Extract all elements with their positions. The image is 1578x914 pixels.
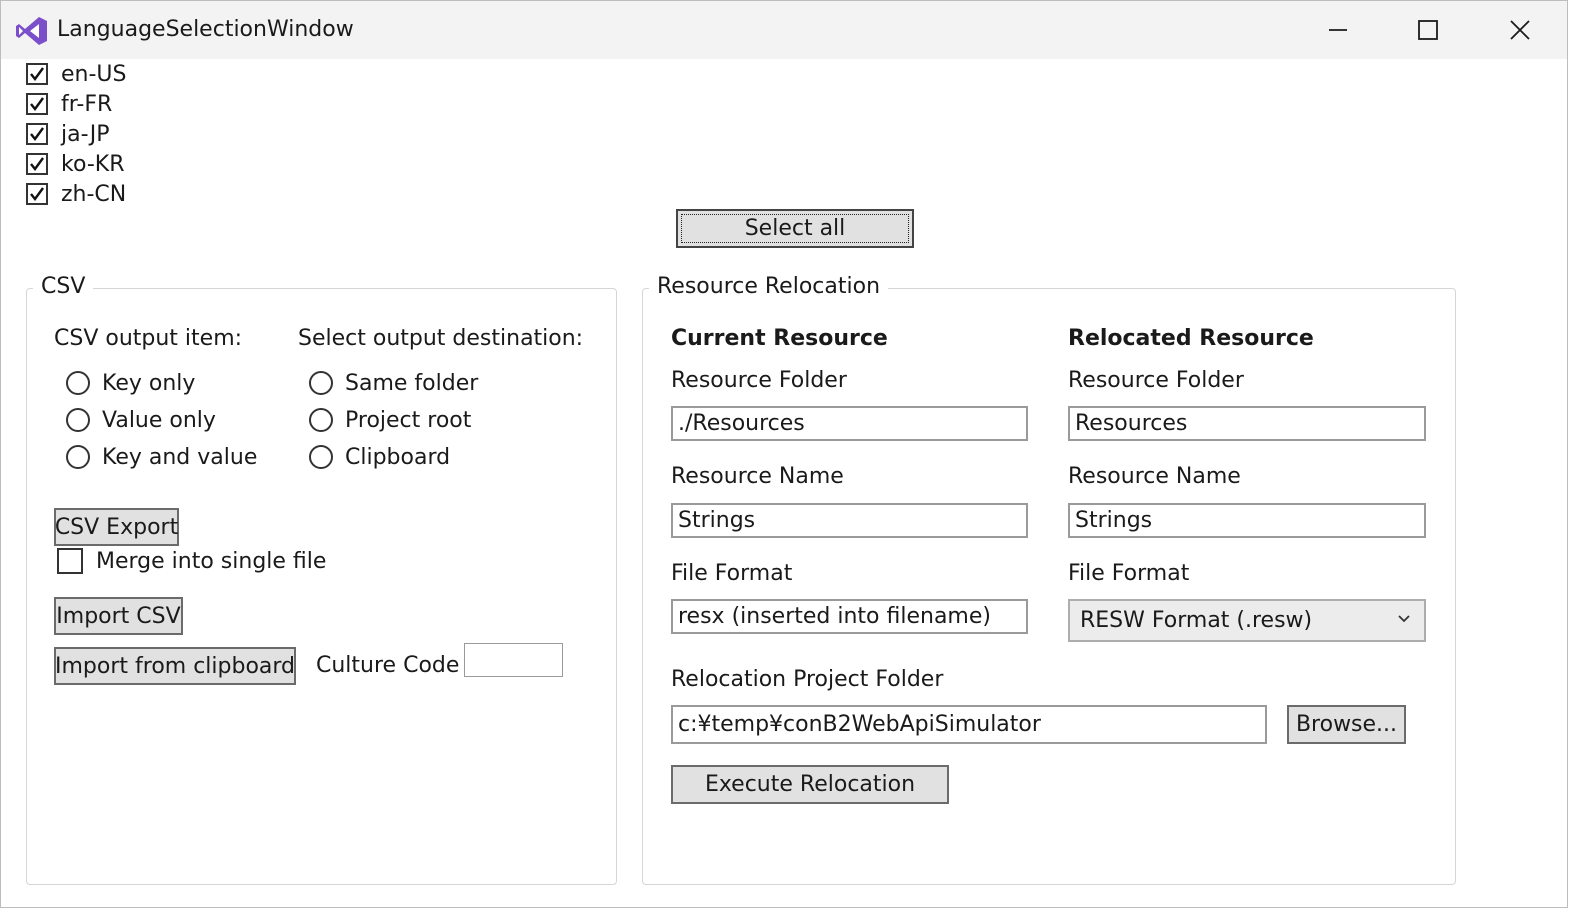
current-resource-heading: Current Resource: [671, 326, 888, 351]
relocation-project-folder-input[interactable]: c:¥temp¥conB2WebApiSimulator: [671, 705, 1267, 744]
checkmark-icon: [30, 97, 44, 111]
csv-group-title: CSV: [33, 274, 94, 299]
language-label: fr-FR: [61, 91, 113, 117]
import-from-clipboard-button[interactable]: Import from clipboard: [54, 647, 296, 685]
current-folder-input[interactable]: ./Resources: [671, 406, 1028, 441]
radio-circle[interactable]: [309, 408, 333, 432]
merge-label: Merge into single file: [96, 548, 327, 574]
language-checkbox-ja-jp[interactable]: ja-JP: [26, 121, 110, 147]
current-name-label: Resource Name: [671, 464, 844, 489]
relocation-project-folder-label: Relocation Project Folder: [671, 667, 944, 692]
relocated-name-label: Resource Name: [1068, 464, 1241, 489]
current-folder-label: Resource Folder: [671, 368, 847, 393]
import-csv-button[interactable]: Import CSV: [54, 597, 183, 635]
culture-code-label: Culture Code: [316, 653, 460, 678]
checkbox[interactable]: [26, 153, 48, 175]
language-label: zh-CN: [61, 181, 127, 207]
csv-output-item-label: CSV output item:: [54, 326, 243, 351]
language-selection-window: LanguageSelectionWindow en-US fr-FR ja-J…: [0, 0, 1568, 908]
dropdown-selected-value: RESW Format (.resw): [1080, 608, 1313, 633]
radio-key-and-value[interactable]: Key and value: [66, 444, 257, 470]
radio-label: Project root: [345, 407, 472, 433]
current-format-label: File Format: [671, 561, 793, 586]
radio-value-only[interactable]: Value only: [66, 407, 216, 433]
close-button[interactable]: [1475, 9, 1565, 51]
relocated-folder-label: Resource Folder: [1068, 368, 1244, 393]
current-format-input[interactable]: resx (inserted into filename): [671, 599, 1028, 634]
checkbox[interactable]: [26, 183, 48, 205]
browse-button[interactable]: Browse...: [1287, 705, 1406, 744]
radio-project-root[interactable]: Project root: [309, 407, 471, 433]
radio-circle[interactable]: [309, 371, 333, 395]
radio-circle[interactable]: [66, 408, 90, 432]
language-checkbox-en-us[interactable]: en-US: [26, 61, 126, 87]
relocated-format-label: File Format: [1068, 561, 1190, 586]
radio-label: Key and value: [102, 444, 258, 470]
language-checkbox-fr-fr[interactable]: fr-FR: [26, 91, 112, 117]
visual-studio-icon: [16, 17, 47, 45]
title-bar: LanguageSelectionWindow: [1, 1, 1567, 59]
maximize-icon: [1418, 20, 1438, 40]
radio-label: Clipboard: [345, 444, 451, 470]
merge-single-file-checkbox[interactable]: Merge into single file: [57, 548, 326, 574]
radio-circle[interactable]: [66, 445, 90, 469]
current-name-input[interactable]: Strings: [671, 503, 1028, 538]
maximize-button[interactable]: [1383, 9, 1473, 51]
window-title: LanguageSelectionWindow: [57, 17, 354, 42]
checkbox[interactable]: [26, 63, 48, 85]
radio-circle[interactable]: [309, 445, 333, 469]
resource-relocation-group-title: Resource Relocation: [649, 274, 889, 299]
checkmark-icon: [30, 67, 44, 81]
language-label: ja-JP: [61, 121, 110, 147]
radio-clipboard[interactable]: Clipboard: [309, 444, 450, 470]
radio-label: Value only: [102, 407, 216, 433]
minimize-icon: [1329, 29, 1347, 31]
execute-relocation-button[interactable]: Execute Relocation: [671, 765, 949, 804]
culture-code-input[interactable]: [464, 643, 563, 677]
close-icon: [1510, 20, 1530, 40]
relocated-resource-heading: Relocated Resource: [1068, 326, 1314, 351]
checkbox[interactable]: [26, 93, 48, 115]
language-label: en-US: [61, 61, 127, 87]
relocated-name-input[interactable]: Strings: [1068, 503, 1426, 538]
select-all-button[interactable]: Select all: [676, 209, 914, 248]
language-checkbox-ko-kr[interactable]: ko-KR: [26, 151, 124, 177]
checkbox[interactable]: [57, 548, 83, 574]
relocated-folder-input[interactable]: Resources: [1068, 406, 1426, 441]
checkbox[interactable]: [26, 123, 48, 145]
checkmark-icon: [30, 157, 44, 171]
minimize-button[interactable]: [1293, 9, 1383, 51]
radio-same-folder[interactable]: Same folder: [309, 370, 478, 396]
language-label: ko-KR: [61, 151, 125, 177]
chevron-down-icon: [1398, 615, 1410, 623]
language-checkbox-zh-cn[interactable]: zh-CN: [26, 181, 126, 207]
checkmark-icon: [30, 187, 44, 201]
radio-label: Same folder: [345, 370, 479, 396]
relocated-format-dropdown[interactable]: RESW Format (.resw): [1068, 599, 1426, 642]
csv-export-button[interactable]: CSV Export: [54, 508, 179, 546]
radio-key-only[interactable]: Key only: [66, 370, 195, 396]
radio-label: Key only: [102, 370, 196, 396]
radio-circle[interactable]: [66, 371, 90, 395]
focus-rectangle: [681, 214, 909, 243]
checkmark-icon: [30, 127, 44, 141]
output-destination-label: Select output destination:: [298, 326, 584, 351]
